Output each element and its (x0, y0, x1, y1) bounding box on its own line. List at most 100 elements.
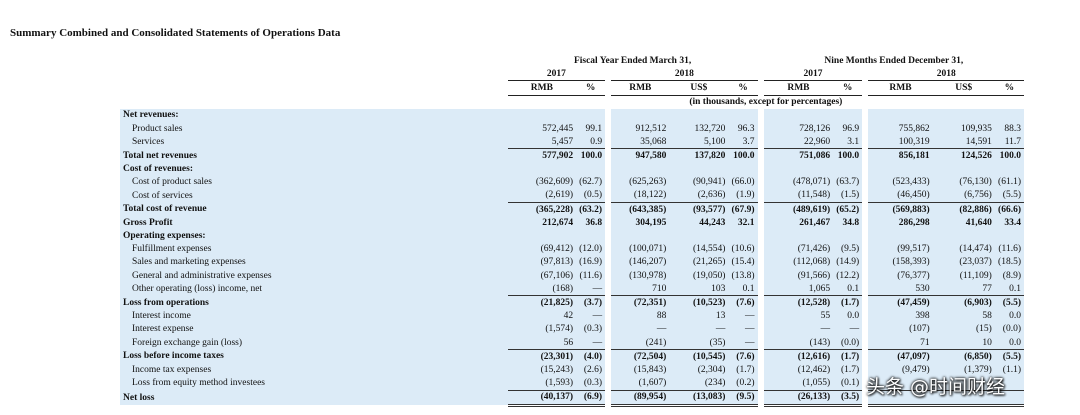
cell-value: (65.2) (833, 202, 863, 217)
cell-value: (13,083) (669, 389, 729, 407)
cell-value: (523,433) (868, 175, 933, 189)
cell-value: (14.9) (833, 255, 863, 269)
unit-header: RMB (611, 80, 670, 96)
table-row: Operating expenses: (120, 229, 1024, 243)
cell-value: (21,825) (507, 295, 577, 310)
cell-value: — (576, 335, 606, 350)
cell-value: (11,548) (763, 188, 834, 203)
cell-value: (625,263) (611, 175, 670, 189)
cell-value: (6,850) (932, 349, 995, 364)
cell-value: 11.7 (994, 135, 1024, 149)
cell-value: 572,445 (507, 121, 577, 136)
cell-value: (1.7) (833, 349, 863, 364)
cell-value: (489,619) (763, 202, 834, 217)
cell-value: 856,181 (868, 148, 933, 163)
cell-value (932, 108, 995, 122)
cell-value: (13.8) (728, 269, 758, 283)
cell-value: 5,457 (507, 135, 577, 149)
cell-value: (3.7) (576, 295, 606, 310)
cell-value: (47,459) (868, 295, 933, 310)
cell-value: (66.0) (728, 175, 758, 189)
cell-value (833, 108, 863, 122)
cell-value: (97,813) (507, 255, 577, 269)
unit-header: % (994, 80, 1024, 96)
cell-value (669, 108, 729, 122)
cell-value: (365,228) (507, 202, 577, 217)
cell-value (763, 108, 834, 122)
period-nine-months: Nine Months Ended December 31, (763, 54, 1024, 68)
cell-value: (67,106) (507, 269, 577, 283)
cell-value: (143) (763, 335, 834, 350)
cell-value (728, 162, 758, 176)
cell-value (611, 108, 670, 122)
cell-value: 0.0 (994, 335, 1024, 350)
cell-value: (16.9) (576, 255, 606, 269)
cell-value: 212,674 (507, 216, 577, 230)
year-header: 2018 (868, 67, 1024, 82)
table-row: Gross Profit 212,674 36.8 304,195 44,243 32.1… (120, 216, 1024, 230)
cell-value: 88.3 (994, 121, 1024, 136)
cell-value: 109,935 (932, 121, 995, 136)
cell-value: (14,474) (932, 242, 995, 256)
cell-value: (5.5) (994, 349, 1024, 364)
cell-value: 42 (507, 309, 577, 323)
unit-header: RMB (763, 80, 834, 96)
cell-value: 530 (868, 282, 933, 296)
cell-value: — (833, 322, 863, 336)
cell-value (669, 229, 729, 243)
cell-value: 286,298 (868, 216, 933, 230)
cell-value: (2.6) (576, 363, 606, 377)
cell-value (507, 162, 577, 176)
table-row: Loss before income taxes (23,301) (4.0) (72… (120, 349, 1024, 364)
table-row: Product sales 572,445 99.1 912,512 132,720 96… (120, 121, 1024, 136)
cell-value: (72,351) (611, 295, 670, 310)
cell-value: (23,037) (932, 255, 995, 269)
table-row: Total net revenues 577,902 100.0 947,580 137… (120, 148, 1024, 163)
cell-value: (8.9) (994, 269, 1024, 283)
cell-value: (5.5) (994, 188, 1024, 203)
row-label: Loss before income taxes (120, 349, 508, 364)
cell-value: (63.7) (833, 175, 863, 189)
cell-value: 32.1 (728, 216, 758, 230)
cell-value: (1,593) (507, 376, 577, 391)
row-label: Product sales (120, 121, 508, 136)
cell-value: — (611, 322, 670, 336)
cell-value: (61.1) (994, 175, 1024, 189)
cell-value: (12.2) (833, 269, 863, 283)
cell-value: 100,319 (868, 135, 933, 149)
watermark-text: 头条 @时间财经 (866, 376, 1006, 398)
row-label: Income tax expenses (120, 363, 508, 377)
cell-value: (5.5) (994, 295, 1024, 310)
cell-value: — (728, 322, 758, 336)
cell-value: 1,065 (763, 282, 834, 296)
cell-value: (47,097) (868, 349, 933, 364)
cell-value: (19,050) (669, 269, 729, 283)
units-note-row: (in thousands, except for percentages) (120, 95, 1024, 109)
cell-value: (93,577) (669, 202, 729, 217)
cell-value (932, 162, 995, 176)
cell-value: (62.7) (576, 175, 606, 189)
cell-value: 44,243 (669, 216, 729, 230)
cell-value: (12.0) (576, 242, 606, 256)
cell-value: (9.5) (833, 242, 863, 256)
row-label: General and administrative expenses (120, 269, 508, 283)
unit-header: RMB (868, 80, 933, 96)
cell-value: 3.7 (728, 135, 758, 149)
period-header-row: Fiscal Year Ended March 31, Nine Months … (120, 54, 1024, 68)
cell-value: (7.6) (728, 349, 758, 364)
cell-value: (21,265) (669, 255, 729, 269)
table-row: Loss from operations (21,825) (3.7) (72,351… (120, 295, 1024, 310)
cell-value: 33.4 (994, 216, 1024, 230)
row-label: Cost of product sales (120, 175, 508, 189)
year-header: 2017 (763, 67, 863, 82)
table-row: Foreign exchange gain (loss) 56— (241) (35)… (120, 335, 1024, 350)
table-row: Total cost of revenue (365,228) (63.2) (643… (120, 202, 1024, 217)
table-row: Interest income 42—88 13—55 0.0 398 58 0.0 (120, 309, 1024, 323)
cell-value: (99,517) (868, 242, 933, 256)
cell-value: (1,607) (611, 376, 670, 391)
table-row: Cost of product sales (362,609) (62.7) (625… (120, 175, 1024, 189)
cell-value: (0.0) (994, 322, 1024, 336)
cell-value: (0.5) (576, 188, 606, 203)
cell-value: (35) (669, 335, 729, 350)
cell-value: (89,954) (611, 389, 670, 407)
